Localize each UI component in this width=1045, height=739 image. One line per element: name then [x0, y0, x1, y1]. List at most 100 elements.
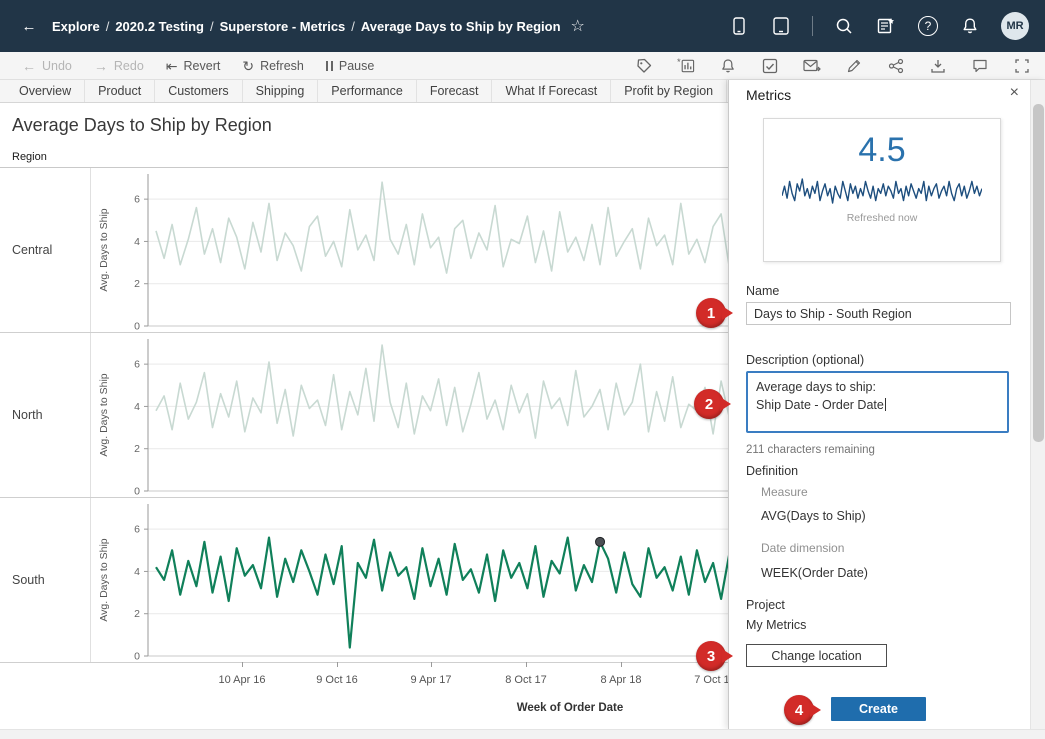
close-icon[interactable]: × [1010, 84, 1019, 102]
x-tick-mark [242, 662, 243, 667]
svg-text:6: 6 [134, 524, 140, 536]
annotation-callout-4: 4 [784, 695, 814, 725]
svg-text:0: 0 [134, 321, 140, 333]
row-label-south[interactable]: South [12, 573, 45, 587]
metrics-icon[interactable]: * [677, 57, 695, 75]
favorite-star-icon[interactable]: ☆ [571, 16, 585, 36]
description-field-label: Description (optional) [746, 353, 864, 367]
breadcrumb-separator: / [106, 19, 110, 34]
measure-label: Measure [761, 485, 808, 499]
tablet-preview-icon[interactable] [770, 15, 792, 37]
checkbox-icon[interactable] [761, 57, 779, 75]
project-value: My Metrics [746, 618, 806, 632]
undo-icon: ← [22, 59, 36, 73]
row-label-central[interactable]: Central [12, 243, 52, 257]
create-button[interactable]: Create [831, 697, 926, 721]
refresh-button[interactable]: ↻Refresh [242, 59, 304, 73]
data-details-icon[interactable] [875, 15, 897, 37]
tab-product[interactable]: Product [85, 80, 155, 102]
vertical-scrollbar[interactable] [1030, 80, 1045, 729]
refresh-icon: ↻ [242, 59, 254, 73]
breadcrumb-explore[interactable]: Explore [52, 19, 100, 34]
svg-text:*: * [677, 58, 681, 68]
search-icon[interactable] [833, 15, 855, 37]
back-arrow-icon: ← [22, 18, 37, 35]
redo-icon: → [94, 59, 108, 73]
edit-pencil-icon[interactable] [845, 57, 863, 75]
subscribe-mail-icon[interactable] [803, 57, 821, 75]
breadcrumb-project[interactable]: 2020.2 Testing [115, 19, 204, 34]
revert-button[interactable]: ⇤Revert [166, 59, 221, 73]
notifications-bell-icon[interactable] [959, 15, 981, 37]
view-toolbar: ←Undo →Redo ⇤Revert ↻Refresh Pause * [0, 52, 1045, 80]
definition-section-label: Definition [746, 464, 798, 478]
metric-preview-card: 4.5 Refreshed now [763, 118, 1001, 262]
annotation-callout-1: 1 [696, 298, 726, 328]
measure-value: AVG(Days to Ship) [761, 509, 866, 523]
breadcrumb: Explore / 2020.2 Testing / Superstore - Metr… [52, 19, 561, 34]
tab-overview[interactable]: Overview [6, 80, 85, 102]
text-cursor [885, 398, 886, 411]
horizontal-scrollbar[interactable] [0, 729, 1045, 739]
comments-icon[interactable] [971, 57, 989, 75]
tableau-window: ← Explore / 2020.2 Testing / Superstore - Me… [0, 0, 1045, 739]
change-location-button[interactable]: Change location [746, 644, 887, 667]
project-section-label: Project [746, 598, 785, 612]
header-actions: ? MR [728, 12, 1045, 40]
annotation-callout-2: 2 [694, 389, 724, 419]
metrics-panel-title: Metrics [746, 87, 791, 103]
svg-text:2: 2 [134, 608, 140, 620]
svg-text:4: 4 [134, 401, 140, 413]
y-axis-title: Avg. Days to Ship [98, 538, 110, 621]
row-label-north[interactable]: North [12, 408, 43, 422]
redo-button[interactable]: →Redo [94, 59, 144, 73]
x-tick-label: 8 Oct 17 [505, 674, 547, 686]
fullscreen-icon[interactable] [1013, 57, 1031, 75]
metric-refreshed-caption: Refreshed now [764, 212, 1000, 224]
metric-description-textarea[interactable]: Average days to ship: Ship Date - Order … [746, 371, 1009, 433]
x-tick-mark [337, 662, 338, 667]
breadcrumb-view[interactable]: Average Days to Ship by Region [361, 19, 561, 34]
svg-text:2: 2 [134, 278, 140, 290]
region-field-label: Region [12, 151, 47, 163]
date-dimension-label: Date dimension [761, 541, 844, 555]
revert-icon: ⇤ [166, 59, 178, 73]
metric-sparkline [782, 174, 982, 208]
svg-text:4: 4 [134, 566, 140, 578]
x-tick-label: 8 Apr 18 [601, 674, 642, 686]
pause-button[interactable]: Pause [326, 59, 374, 73]
x-tick-label: 10 Apr 16 [218, 674, 265, 686]
header-divider [812, 16, 813, 36]
tab-shipping[interactable]: Shipping [243, 80, 319, 102]
x-tick-mark [431, 662, 432, 667]
breadcrumb-workbook[interactable]: Superstore - Metrics [220, 19, 346, 34]
tag-icon[interactable] [635, 57, 653, 75]
x-tick-label: 9 Apr 17 [411, 674, 452, 686]
back-button[interactable]: ← [16, 13, 42, 39]
x-tick-mark [526, 662, 527, 667]
tab-forecast[interactable]: Forecast [417, 80, 493, 102]
tab-customers[interactable]: Customers [155, 80, 242, 102]
help-icon[interactable]: ? [917, 15, 939, 37]
toolbar-actions: * [635, 57, 1045, 75]
vertical-scrollbar-thumb[interactable] [1033, 104, 1044, 442]
user-avatar[interactable]: MR [1001, 12, 1029, 40]
tab-performance[interactable]: Performance [318, 80, 417, 102]
tab-what-if-forecast[interactable]: What If Forecast [492, 80, 611, 102]
y-axis-title: Avg. Days to Ship [98, 373, 110, 456]
download-icon[interactable] [929, 57, 947, 75]
tab-profit-by-region[interactable]: Profit by Region [611, 80, 727, 102]
svg-text:6: 6 [134, 359, 140, 371]
top-header-bar: ← Explore / 2020.2 Testing / Superstore - Me… [0, 0, 1045, 52]
undo-button[interactable]: ←Undo [22, 59, 72, 73]
mobile-preview-icon[interactable] [728, 15, 750, 37]
svg-text:4: 4 [134, 236, 140, 248]
page-title: Average Days to Ship by Region [12, 115, 272, 136]
pause-icon [326, 61, 333, 71]
metric-name-input[interactable] [746, 302, 1011, 325]
alerts-bell-icon[interactable] [719, 57, 737, 75]
breadcrumb-separator: / [351, 19, 355, 34]
svg-text:2: 2 [134, 443, 140, 455]
name-field-label: Name [746, 284, 779, 298]
share-icon[interactable] [887, 57, 905, 75]
